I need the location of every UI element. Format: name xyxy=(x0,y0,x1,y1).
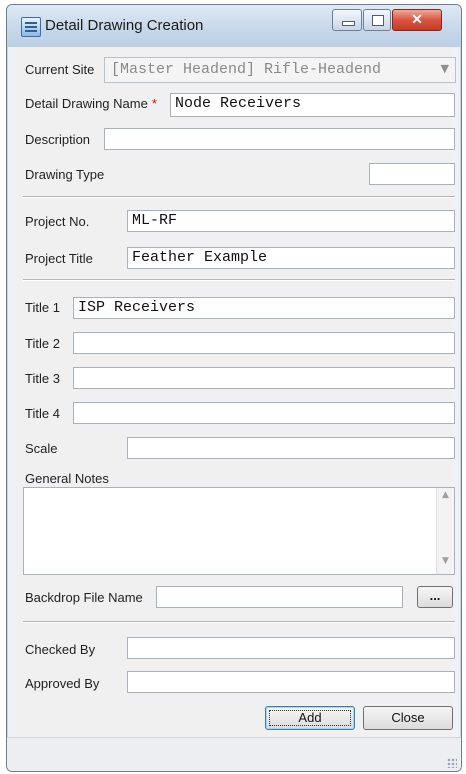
separator xyxy=(23,621,455,623)
project-no-input[interactable]: ML-RF xyxy=(127,210,455,232)
status-bar xyxy=(7,737,461,771)
current-site-label: Current Site xyxy=(25,62,95,77)
maximize-icon xyxy=(372,15,384,26)
general-notes-label: General Notes xyxy=(25,471,109,486)
title3-label: Title 3 xyxy=(25,371,60,386)
drawing-type-label: Drawing Type xyxy=(25,167,105,182)
project-title-input[interactable]: Feather Example xyxy=(127,247,455,269)
project-title-label: Project Title xyxy=(25,251,93,266)
separator xyxy=(23,279,455,281)
title4-label: Title 4 xyxy=(25,406,60,421)
focus-rectangle xyxy=(269,710,351,726)
dialog-window: Detail Drawing Creation ✕ Current Site [… xyxy=(6,4,462,772)
description-input[interactable] xyxy=(104,128,455,150)
approved-by-input[interactable] xyxy=(127,671,455,693)
drawing-name-label: Detail Drawing Name * xyxy=(25,96,157,111)
window-title: Detail Drawing Creation xyxy=(45,17,204,34)
close-button[interactable]: Close xyxy=(363,706,453,730)
title-bar[interactable]: Detail Drawing Creation ✕ xyxy=(7,5,461,47)
add-button[interactable]: Add xyxy=(265,706,355,730)
resize-grip-icon[interactable] xyxy=(447,758,457,768)
backdrop-file-input[interactable] xyxy=(156,586,403,608)
checked-by-label: Checked By xyxy=(25,642,96,657)
backdrop-file-label: Backdrop File Name xyxy=(25,590,143,605)
required-marker: * xyxy=(151,96,157,111)
close-window-button[interactable]: ✕ xyxy=(392,9,442,31)
maximize-button[interactable] xyxy=(363,9,391,31)
scroll-up-icon[interactable]: ▲ xyxy=(437,490,454,506)
title2-input[interactable] xyxy=(73,332,455,354)
approved-by-label: Approved By xyxy=(25,676,100,691)
title1-input[interactable]: ISP Receivers xyxy=(73,297,455,319)
notes-scrollbar[interactable]: ▲ ▼ xyxy=(436,488,454,574)
separator xyxy=(23,196,455,198)
description-label: Description xyxy=(25,132,91,147)
chevron-down-icon: ▼ xyxy=(440,62,449,75)
drawing-name-input[interactable]: Node Receivers xyxy=(170,93,455,117)
document-grid-icon xyxy=(21,17,41,37)
checked-by-input[interactable] xyxy=(127,637,455,659)
scroll-down-icon[interactable]: ▼ xyxy=(437,556,454,572)
current-site-value: [Master Headend] Rifle-Headend xyxy=(111,61,382,78)
minimize-button[interactable] xyxy=(332,9,362,31)
close-icon: ✕ xyxy=(411,11,423,27)
scale-input[interactable] xyxy=(127,437,455,459)
title1-label: Title 1 xyxy=(25,300,60,315)
title4-input[interactable] xyxy=(73,402,455,424)
form-area: Current Site [Master Headend] Rifle-Head… xyxy=(15,47,456,737)
scale-label: Scale xyxy=(25,441,58,456)
title2-label: Title 2 xyxy=(25,336,60,351)
browse-button[interactable]: ... xyxy=(417,586,453,608)
minimize-icon xyxy=(342,21,355,26)
drawing-type-input[interactable] xyxy=(369,163,455,185)
project-no-label: Project No. xyxy=(25,214,90,229)
current-site-select[interactable]: [Master Headend] Rifle-Headend ▼ xyxy=(104,57,456,83)
title3-input[interactable] xyxy=(73,367,455,389)
general-notes-textarea[interactable]: ▲ ▼ xyxy=(23,487,455,575)
